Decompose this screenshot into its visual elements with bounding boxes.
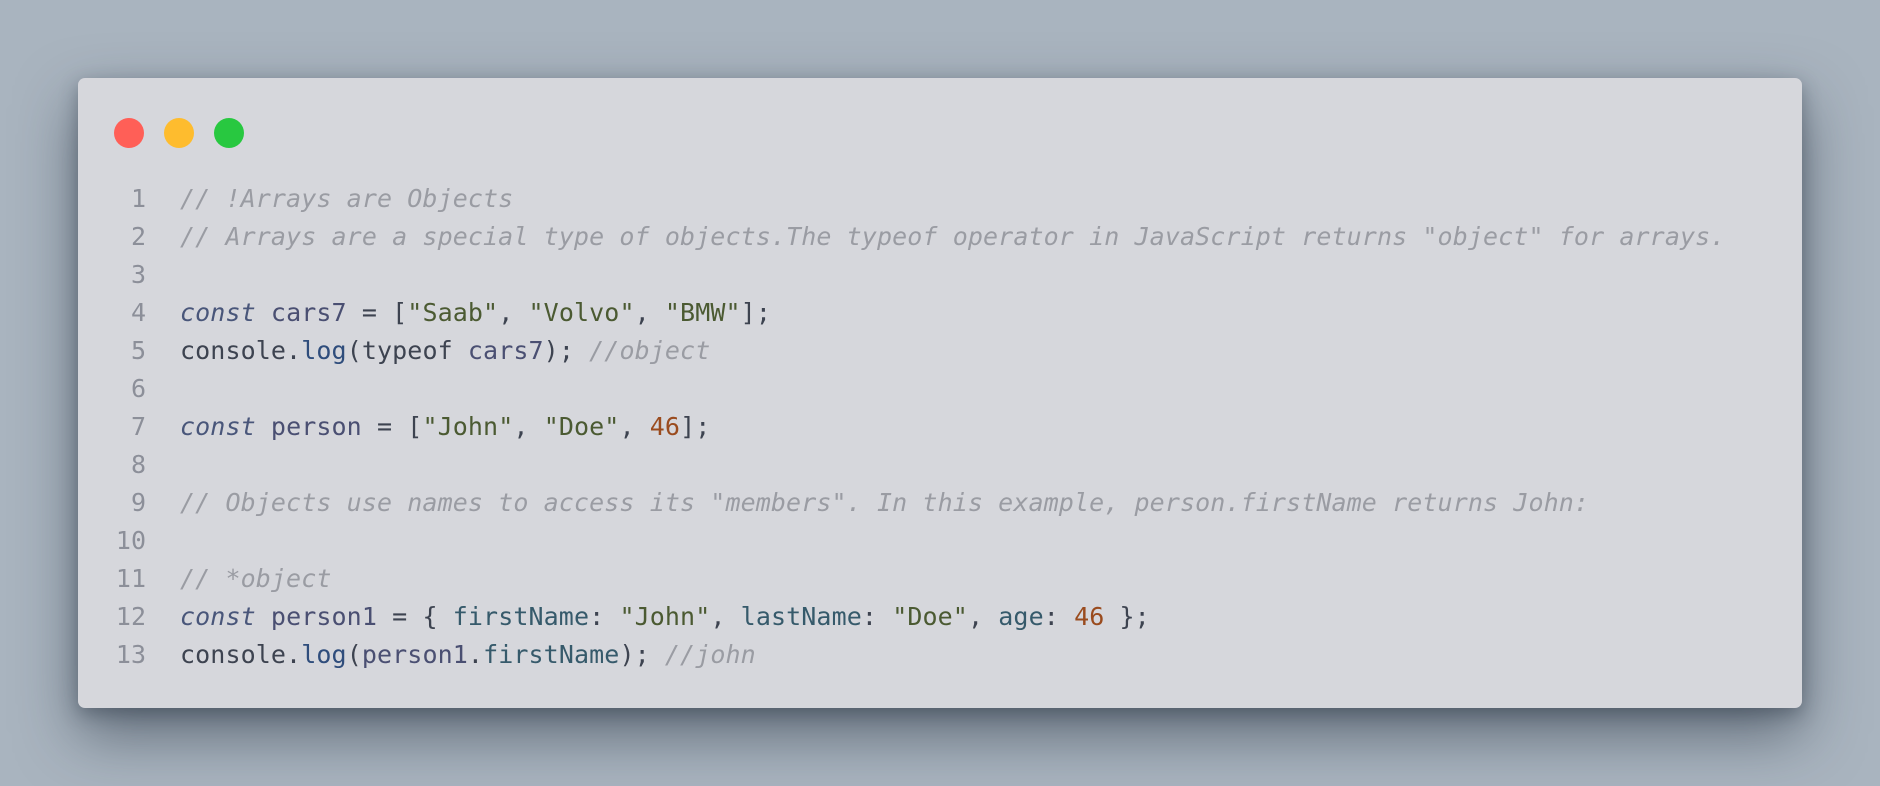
token-func: log bbox=[301, 336, 347, 365]
line-number: 10 bbox=[115, 526, 146, 555]
token-comment: //object bbox=[589, 336, 711, 365]
token-keyword: const bbox=[180, 412, 256, 441]
code-line: 11 // *object bbox=[78, 560, 1802, 598]
token-var: person1 bbox=[270, 602, 377, 631]
line-number: 6 bbox=[130, 374, 146, 403]
token-var: cars7 bbox=[467, 336, 544, 365]
token-prop: lastName bbox=[740, 602, 862, 631]
code-line: 3 bbox=[78, 256, 1802, 294]
token-plain: = [ bbox=[361, 412, 423, 441]
line-number: 11 bbox=[115, 564, 146, 593]
token-comment: // !Arrays are Objects bbox=[180, 184, 514, 213]
code-line: 7 const person = ["John", "Doe", 46]; bbox=[78, 408, 1802, 446]
window-controls bbox=[114, 118, 244, 148]
token-prop: age bbox=[998, 602, 1044, 631]
token-comment: // *object bbox=[180, 564, 332, 593]
token-string: "Doe" bbox=[543, 412, 620, 441]
token-plain: , bbox=[619, 412, 650, 441]
code-editor[interactable]: 1 // !Arrays are Objects 2 // Arrays are a … bbox=[78, 180, 1802, 674]
token-plain: , bbox=[967, 602, 999, 631]
line-source bbox=[146, 256, 180, 294]
token-var: person bbox=[270, 412, 362, 441]
token-plain: console. bbox=[180, 336, 302, 365]
token-string: "Doe" bbox=[892, 602, 968, 631]
token-plain: ]; bbox=[680, 412, 711, 441]
code-line: 4 const cars7 = ["Saab", "Volvo", "BMW"]; bbox=[78, 294, 1802, 332]
line-source: // *object bbox=[146, 560, 332, 598]
token-func: log bbox=[301, 640, 347, 669]
token-plain: : bbox=[861, 602, 893, 631]
line-number: 1 bbox=[130, 184, 146, 213]
code-line: 13 console.log(person1.firstName); //john bbox=[78, 636, 1802, 674]
token-string: "Saab" bbox=[407, 298, 499, 327]
line-number: 13 bbox=[115, 640, 146, 669]
line-number: 7 bbox=[130, 412, 146, 441]
token-plain: = [ bbox=[346, 298, 408, 327]
line-number: 8 bbox=[130, 450, 146, 479]
token-comment: // Objects use names to access its "memb… bbox=[180, 488, 1590, 517]
code-line: 5 console.log(typeof cars7); //object bbox=[78, 332, 1802, 370]
token-var: cars7 bbox=[270, 298, 347, 327]
token-var: person1 bbox=[361, 640, 468, 669]
line-number: 12 bbox=[115, 602, 146, 631]
line-source: // Arrays are a special type of objects.… bbox=[146, 218, 1725, 256]
token-plain: : bbox=[589, 602, 620, 631]
token-plain: = { bbox=[376, 602, 453, 631]
line-source: const person = ["John", "Doe", 46]; bbox=[146, 408, 710, 446]
token-keyword: const bbox=[180, 602, 256, 631]
token-comment: // Arrays are a special type of objects.… bbox=[180, 222, 1726, 251]
code-window: 1 // !Arrays are Objects 2 // Arrays are a … bbox=[78, 78, 1802, 708]
token-plain: ); bbox=[619, 640, 665, 669]
line-source: // Objects use names to access its "memb… bbox=[146, 484, 1589, 522]
token-prop: firstName bbox=[483, 640, 620, 669]
token-string: "John" bbox=[619, 602, 711, 631]
code-line: 1 // !Arrays are Objects bbox=[78, 180, 1802, 218]
token-plain: . bbox=[467, 640, 484, 669]
code-line: 2 // Arrays are a special type of objects… bbox=[78, 218, 1802, 256]
line-source: // !Arrays are Objects bbox=[146, 180, 513, 218]
token-string: "Volvo" bbox=[528, 298, 635, 327]
token-plain: ( bbox=[346, 640, 362, 669]
code-line: 8 bbox=[78, 446, 1802, 484]
token-plain: console. bbox=[180, 640, 302, 669]
line-number: 9 bbox=[130, 488, 146, 517]
line-number: 3 bbox=[130, 260, 146, 289]
token-plain: : bbox=[1043, 602, 1075, 631]
token-number: 46 bbox=[1074, 602, 1105, 631]
line-number: 2 bbox=[130, 222, 146, 251]
token-string: "BMW" bbox=[664, 298, 741, 327]
line-source bbox=[146, 446, 180, 484]
line-source: const person1 = { firstName: "John", las… bbox=[146, 598, 1150, 636]
code-line: 6 bbox=[78, 370, 1802, 408]
maximize-button[interactable] bbox=[214, 118, 244, 148]
token-number: 46 bbox=[649, 412, 681, 441]
token-keyword: const bbox=[180, 298, 256, 327]
token-prop: firstName bbox=[452, 602, 590, 631]
token-plain: , bbox=[634, 298, 665, 327]
line-number: 4 bbox=[130, 298, 146, 327]
token-plain: (typeof bbox=[346, 336, 468, 365]
token-plain: ); bbox=[543, 336, 590, 365]
code-line: 10 bbox=[78, 522, 1802, 560]
code-line: 12 const person1 = { firstName: "John", l… bbox=[78, 598, 1802, 636]
token-plain: , bbox=[498, 298, 529, 327]
line-source bbox=[146, 522, 180, 560]
token-plain: , bbox=[710, 602, 741, 631]
token-plain: }; bbox=[1104, 602, 1150, 631]
line-source: const cars7 = ["Saab", "Volvo", "BMW"]; bbox=[146, 294, 771, 332]
token-plain: ]; bbox=[740, 298, 771, 327]
line-source: console.log(person1.firstName); //john bbox=[146, 636, 756, 674]
line-number: 5 bbox=[130, 336, 146, 365]
token-string: "John" bbox=[422, 412, 514, 441]
token-plain: , bbox=[513, 412, 544, 441]
close-button[interactable] bbox=[114, 118, 144, 148]
line-source bbox=[146, 370, 180, 408]
minimize-button[interactable] bbox=[164, 118, 194, 148]
line-source: console.log(typeof cars7); //object bbox=[146, 332, 710, 370]
token-comment: //john bbox=[664, 640, 756, 669]
code-line: 9 // Objects use names to access its "mem… bbox=[78, 484, 1802, 522]
